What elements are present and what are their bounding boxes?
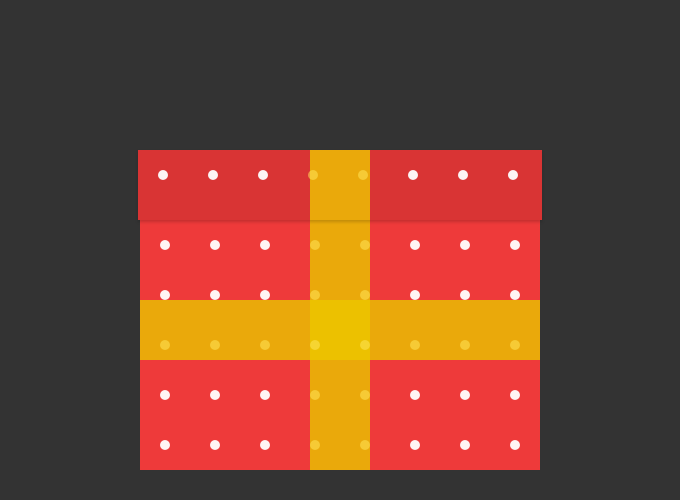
polka-dot bbox=[210, 440, 220, 450]
polka-dot bbox=[460, 290, 470, 300]
polka-dot bbox=[460, 390, 470, 400]
polka-dot bbox=[360, 440, 370, 450]
polka-dot bbox=[310, 240, 320, 250]
polka-dot bbox=[408, 170, 418, 180]
polka-dot bbox=[410, 290, 420, 300]
polka-dot bbox=[460, 240, 470, 250]
polka-dot bbox=[510, 390, 520, 400]
polka-dot bbox=[208, 170, 218, 180]
polka-dot bbox=[210, 340, 220, 350]
polka-dot bbox=[310, 290, 320, 300]
polka-dot bbox=[510, 440, 520, 450]
polka-dot bbox=[210, 290, 220, 300]
polka-dot bbox=[160, 440, 170, 450]
polka-dot bbox=[310, 390, 320, 400]
polka-dot bbox=[410, 340, 420, 350]
polka-dot bbox=[458, 170, 468, 180]
gift-box-body bbox=[140, 220, 540, 470]
polka-dot bbox=[360, 240, 370, 250]
polka-dot bbox=[460, 440, 470, 450]
polka-dot bbox=[360, 340, 370, 350]
polka-dot bbox=[358, 170, 368, 180]
polka-dot bbox=[410, 390, 420, 400]
polka-dot bbox=[310, 440, 320, 450]
polka-dot bbox=[508, 170, 518, 180]
polka-dot bbox=[260, 290, 270, 300]
polka-dot bbox=[460, 340, 470, 350]
polka-dot bbox=[210, 240, 220, 250]
canvas bbox=[0, 0, 680, 500]
polka-dot bbox=[360, 390, 370, 400]
polka-dot bbox=[260, 440, 270, 450]
polka-dot bbox=[510, 290, 520, 300]
polka-dot bbox=[510, 340, 520, 350]
polka-dot bbox=[310, 340, 320, 350]
polka-dot bbox=[160, 290, 170, 300]
polka-dot bbox=[308, 170, 318, 180]
polka-dot bbox=[410, 240, 420, 250]
polka-dot bbox=[260, 240, 270, 250]
polka-dot bbox=[260, 390, 270, 400]
polka-dot bbox=[160, 240, 170, 250]
polka-dot bbox=[160, 390, 170, 400]
ribbon-crossing bbox=[310, 300, 370, 360]
polka-dot bbox=[360, 290, 370, 300]
gift-box-lid bbox=[138, 150, 542, 220]
polka-dot bbox=[210, 390, 220, 400]
polka-dot bbox=[510, 240, 520, 250]
polka-dot bbox=[158, 170, 168, 180]
polka-dot bbox=[260, 340, 270, 350]
polka-dot bbox=[160, 340, 170, 350]
lid-ribbon bbox=[310, 150, 370, 220]
polka-dot bbox=[410, 440, 420, 450]
polka-dot bbox=[258, 170, 268, 180]
